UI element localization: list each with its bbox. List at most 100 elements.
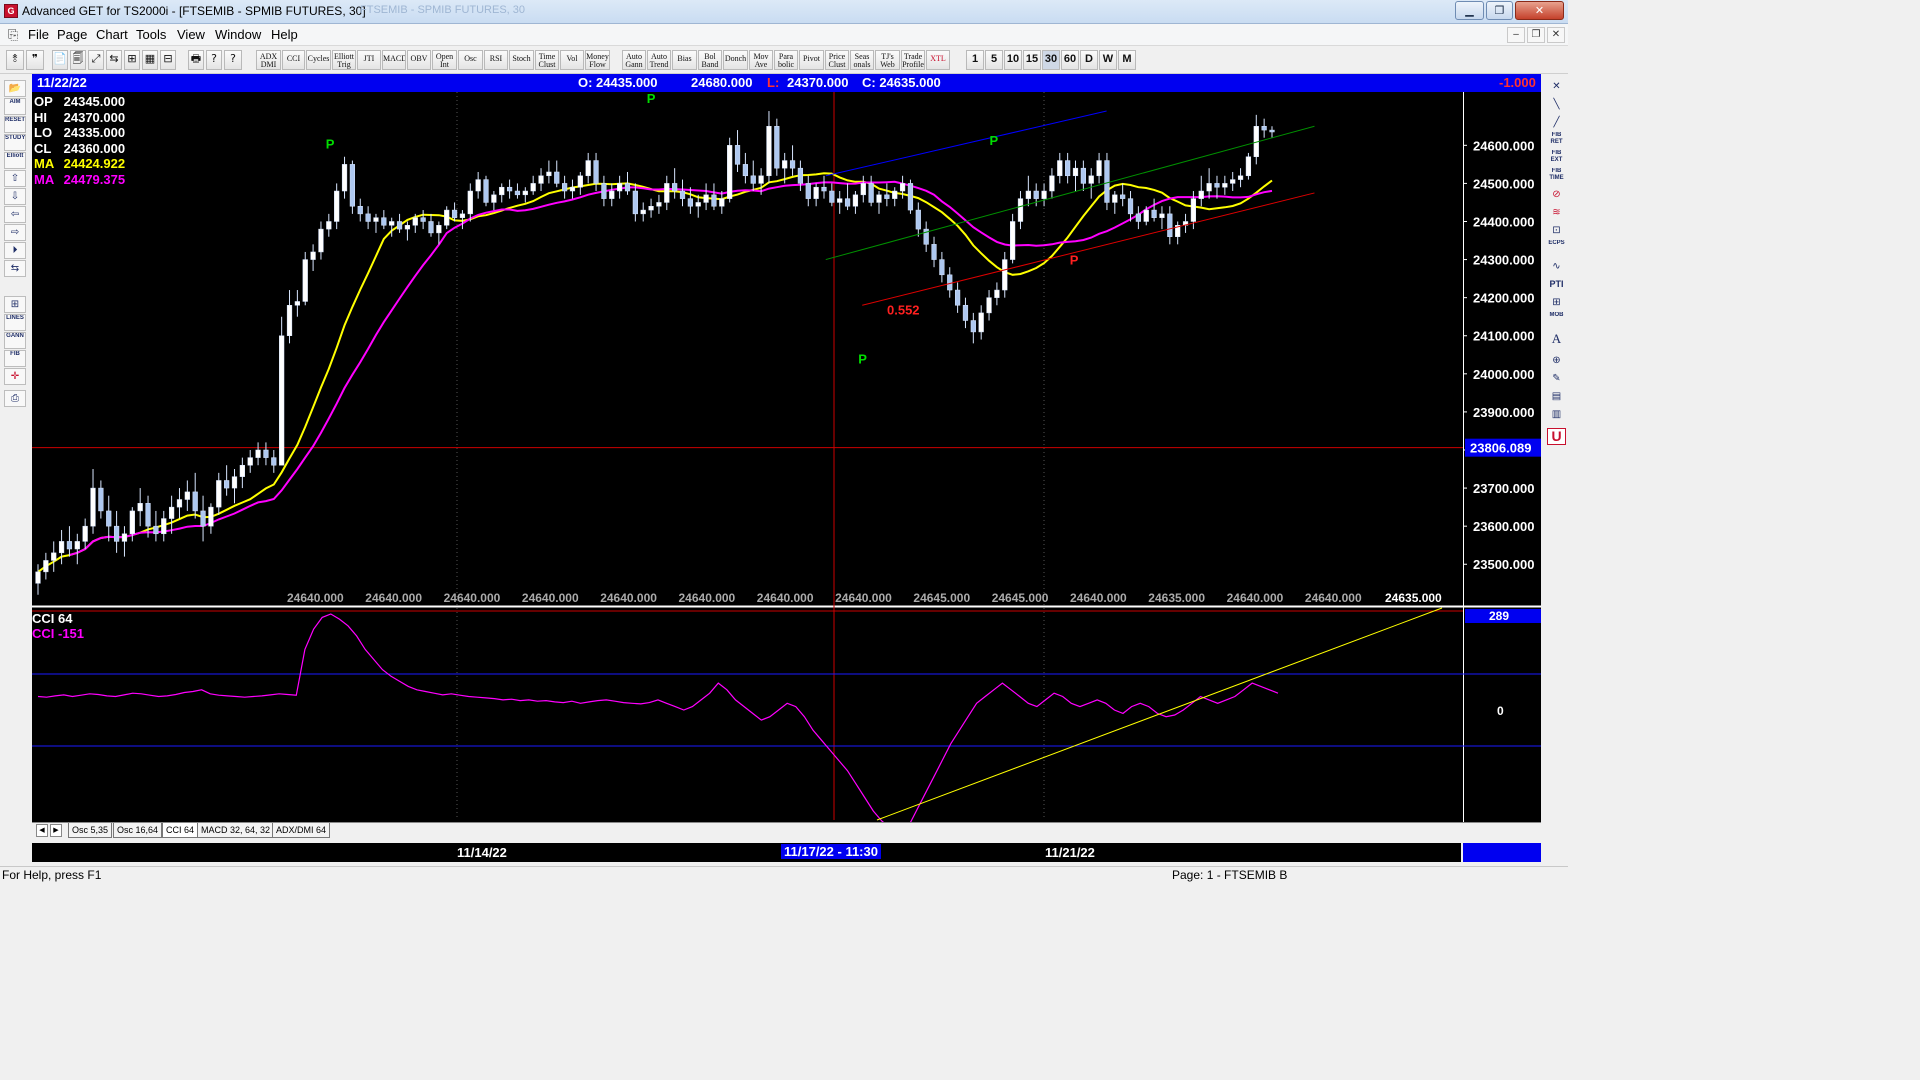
new-page-icon[interactable]: 📄 bbox=[52, 50, 68, 70]
interval-30-button[interactable]: 30 bbox=[1042, 50, 1060, 70]
help-icon[interactable]: ? bbox=[206, 50, 222, 70]
interval-60-button[interactable]: 60 bbox=[1061, 50, 1079, 70]
tab-osc-5-35[interactable]: Osc 5,35 bbox=[68, 823, 113, 838]
tab-scroll-right[interactable]: ▶ bbox=[50, 824, 62, 837]
tab-scroll-left[interactable]: ◀ bbox=[36, 824, 48, 837]
study-auto-trend-button[interactable]: Auto Trend bbox=[647, 50, 671, 70]
study-obv-button[interactable]: OBV bbox=[407, 50, 431, 70]
menu-chart[interactable]: Chart bbox=[96, 27, 128, 42]
arrow-right-icon[interactable]: ⇨ bbox=[4, 224, 26, 241]
context-help-icon[interactable]: ? bbox=[224, 50, 242, 70]
aim-tool[interactable]: AIM bbox=[4, 98, 26, 115]
elliott-tool[interactable]: Elliott bbox=[4, 152, 26, 169]
quote-icon[interactable]: ❞ bbox=[26, 50, 44, 70]
pin-icon[interactable]: ⥉ bbox=[6, 50, 24, 70]
menu-page[interactable]: Page bbox=[57, 27, 87, 42]
grid-icon[interactable]: ▦ bbox=[142, 50, 158, 70]
study-bias-button[interactable]: Bias bbox=[672, 50, 697, 70]
study-adx-dmi-button[interactable]: ADX DMI bbox=[256, 50, 281, 70]
minimize-button[interactable]: ▁ bbox=[1455, 1, 1484, 20]
gann-tool[interactable]: GANN bbox=[4, 332, 26, 349]
scroll-icon[interactable]: ⇆ bbox=[4, 260, 26, 277]
study-xtl-button[interactable]: XTL bbox=[926, 50, 950, 70]
study-time-clust-button[interactable]: Time Clust bbox=[535, 50, 559, 70]
study-bol-band-button[interactable]: Bol Band bbox=[698, 50, 722, 70]
text-tool-icon[interactable]: A bbox=[1547, 330, 1566, 347]
study-elliott-trig-button[interactable]: Elliott Trig bbox=[332, 50, 356, 70]
play-icon[interactable]: ⏵ bbox=[4, 242, 26, 259]
zoom-icon[interactable]: ⊕ bbox=[1547, 352, 1566, 369]
pti-tool[interactable]: PTI bbox=[1547, 276, 1566, 293]
study-money-flow-button[interactable]: Money Flow bbox=[585, 50, 610, 70]
study-stoch-button[interactable]: Stoch bbox=[509, 50, 534, 70]
app-icon[interactable]: G bbox=[4, 4, 18, 18]
study-cycles-button[interactable]: Cycles bbox=[306, 50, 331, 70]
study-tjs-web-button[interactable]: TJ's Web bbox=[875, 50, 900, 70]
interval-15-button[interactable]: 15 bbox=[1023, 50, 1041, 70]
mob-tool[interactable]: MOB bbox=[1547, 312, 1566, 329]
study-tool[interactable]: STUDY bbox=[4, 134, 26, 151]
close-button[interactable]: ✕ bbox=[1515, 1, 1564, 20]
study-price-clust-button[interactable]: Price Clust bbox=[825, 50, 849, 70]
fib-tool[interactable]: FIB bbox=[4, 350, 26, 367]
fib-retracement-tool[interactable]: FIB RET bbox=[1547, 132, 1566, 149]
menu-file[interactable]: File bbox=[28, 27, 49, 42]
open-icon[interactable]: 📂 bbox=[4, 80, 26, 97]
menu-window[interactable]: Window bbox=[215, 27, 261, 42]
fib-extension-tool[interactable]: FIB EXT bbox=[1547, 150, 1566, 167]
menu-tools[interactable]: Tools bbox=[136, 27, 166, 42]
mdi-close-button[interactable]: ✕ bbox=[1547, 27, 1565, 43]
study-osc-button[interactable]: Osc bbox=[458, 50, 483, 70]
print-icon[interactable]: 🖶 bbox=[188, 50, 204, 70]
interval-10-button[interactable]: 10 bbox=[1004, 50, 1022, 70]
expand-icon[interactable]: ⤢ bbox=[88, 50, 104, 70]
swap-icon[interactable]: ⇆ bbox=[106, 50, 122, 70]
mdi-restore-button[interactable]: ❐ bbox=[1527, 27, 1545, 43]
study-trade-profile-button[interactable]: Trade Profile bbox=[901, 50, 925, 70]
arrow-down-icon[interactable]: ⇩ bbox=[4, 188, 26, 205]
interval-daily-button[interactable]: D bbox=[1080, 50, 1098, 70]
table-icon[interactable]: ⊞ bbox=[1547, 294, 1566, 311]
tab-macd[interactable]: MACD 32, 64, 32 bbox=[197, 823, 275, 838]
mdi-minimize-button[interactable]: ‒ bbox=[1507, 27, 1525, 43]
grid-tool-icon[interactable]: ⊞ bbox=[4, 296, 26, 313]
lines-tool[interactable]: LINES bbox=[4, 314, 26, 331]
line-down-icon[interactable]: ╲ bbox=[1547, 96, 1566, 113]
wave-icon[interactable]: ≋ bbox=[1547, 204, 1566, 221]
arrow-up-icon[interactable]: ⇧ bbox=[4, 170, 26, 187]
list-icon[interactable]: ▤ bbox=[1547, 388, 1566, 405]
study-parabolic-button[interactable]: Para bolic bbox=[774, 50, 798, 70]
u-button[interactable]: U bbox=[1547, 428, 1566, 445]
tab-osc-16-64[interactable]: Osc 16,64 bbox=[113, 823, 163, 838]
study-vol-button[interactable]: Vol bbox=[560, 50, 584, 70]
delete-icon[interactable]: ✕ bbox=[1547, 78, 1566, 95]
menu-view[interactable]: View bbox=[177, 27, 205, 42]
price-chart[interactable]: 24600.000 24500.000 24400.000 24300.000 2420… bbox=[32, 92, 1541, 822]
cycle-icon[interactable]: ∿ bbox=[1547, 258, 1566, 275]
interval-5-button[interactable]: 5 bbox=[985, 50, 1003, 70]
study-cci-button[interactable]: CCI bbox=[282, 50, 305, 70]
box-icon[interactable]: ⊡ bbox=[1547, 222, 1566, 239]
pencil-icon[interactable]: ✎ bbox=[1547, 370, 1566, 387]
crosshair-icon[interactable]: ✛ bbox=[4, 368, 26, 385]
tab-cci-64[interactable]: CCI 64 bbox=[162, 823, 199, 838]
copy-icon[interactable]: 🗐 bbox=[70, 50, 86, 70]
study-macd-button[interactable]: MACD bbox=[382, 50, 406, 70]
study-seasonals-button[interactable]: Seas onals bbox=[850, 50, 874, 70]
maximize-button[interactable]: ❐ bbox=[1486, 1, 1513, 20]
study-auto-gann-button[interactable]: Auto Gann bbox=[622, 50, 646, 70]
print-tool-icon[interactable]: ⎙ bbox=[4, 390, 26, 407]
interval-weekly-button[interactable]: W bbox=[1099, 50, 1117, 70]
reset-tool[interactable]: RESET bbox=[4, 116, 26, 133]
study-donch-button[interactable]: Donch bbox=[723, 50, 748, 70]
interval-monthly-button[interactable]: M bbox=[1118, 50, 1136, 70]
ellipse-icon[interactable]: ⊘ bbox=[1547, 186, 1566, 203]
interval-1-button[interactable]: 1 bbox=[966, 50, 984, 70]
tile-icon[interactable]: ⊞ bbox=[124, 50, 140, 70]
ecps-tool[interactable]: ECPS bbox=[1547, 240, 1566, 257]
menu-help[interactable]: Help bbox=[271, 27, 298, 42]
study-rsi-button[interactable]: RSI bbox=[484, 50, 508, 70]
chart-canvas[interactable]: 24600.000 24500.000 24400.000 24300.000 2420… bbox=[32, 92, 1541, 822]
tab-adx-dmi[interactable]: ADX/DMI 64 bbox=[272, 823, 331, 838]
sheet-icon[interactable]: ▥ bbox=[1547, 406, 1566, 423]
